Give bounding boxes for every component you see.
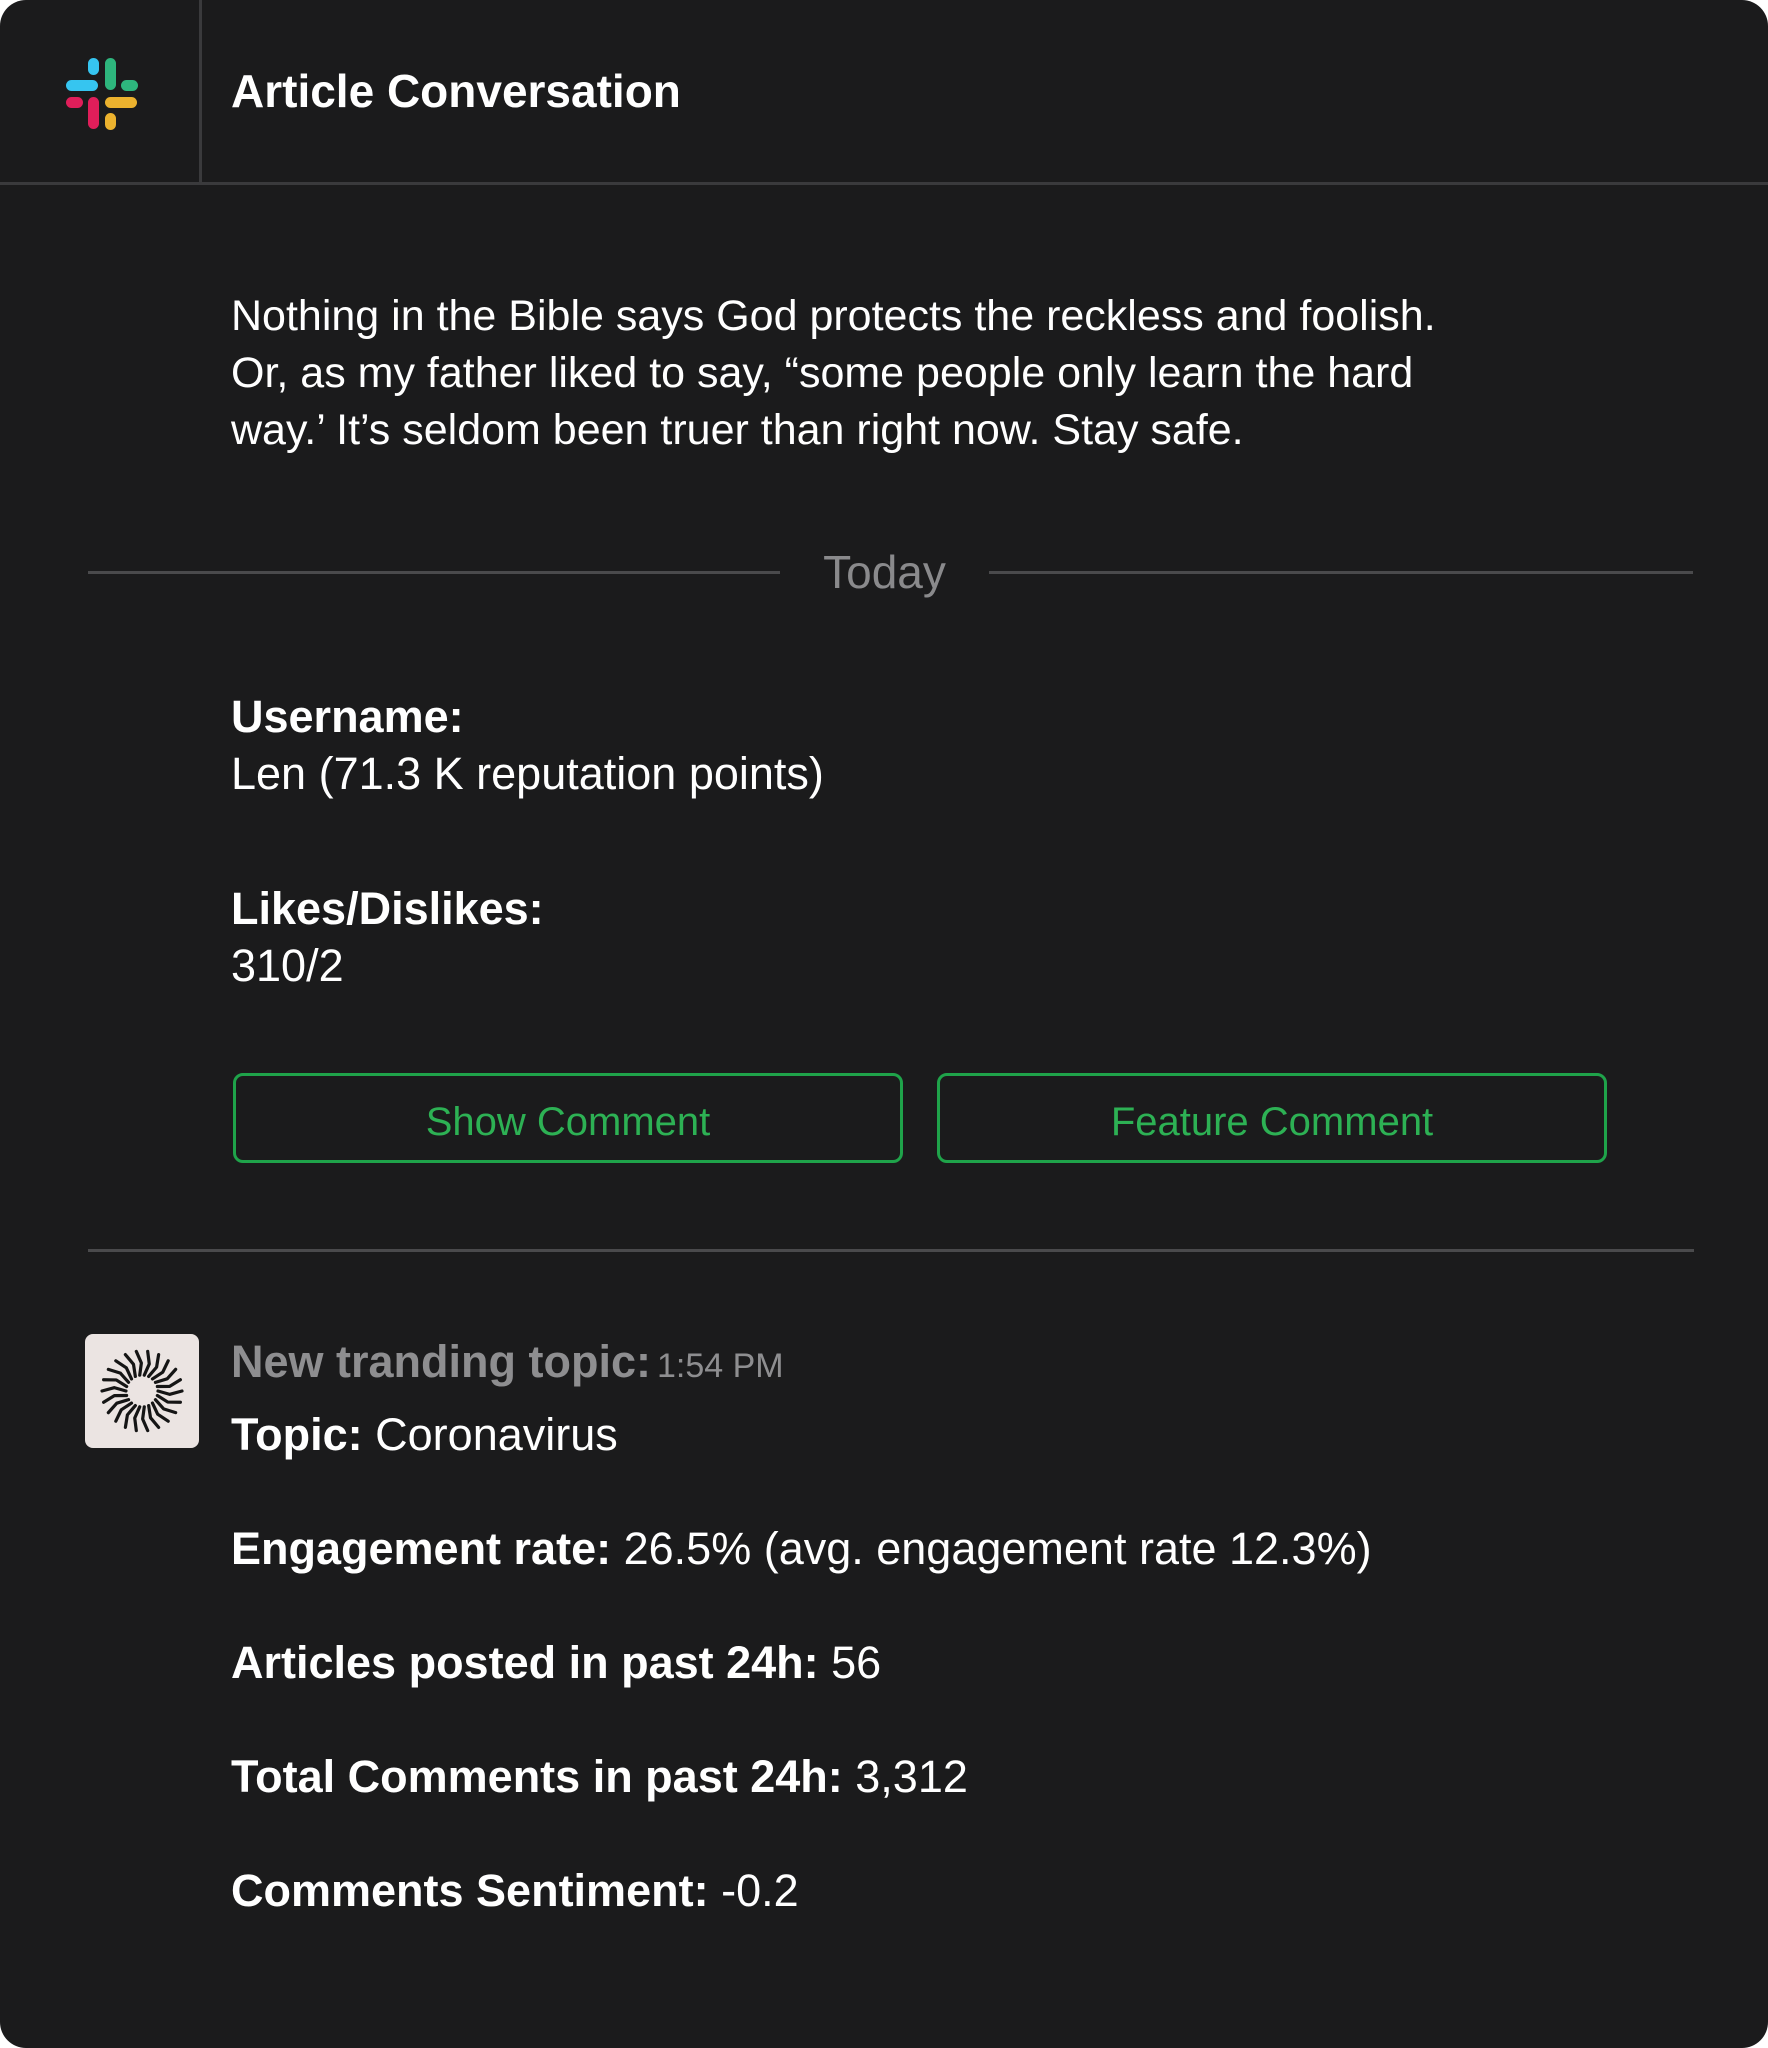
username-label: Username: bbox=[231, 691, 464, 742]
page-title: Article Conversation bbox=[231, 65, 681, 117]
message-sender: New tranding topic: bbox=[231, 1336, 651, 1387]
stat-articles-posted: Articles posted in past 24h: 56 bbox=[231, 1634, 881, 1691]
starburst-ray bbox=[102, 1378, 129, 1389]
stat-label: Topic: bbox=[231, 1409, 363, 1460]
starburst-ray bbox=[141, 1405, 150, 1433]
starburst-ray bbox=[156, 1389, 184, 1396]
starburst-ray bbox=[134, 1349, 143, 1377]
stat-value: 26.5% (avg. engagement rate 12.3%) bbox=[623, 1523, 1372, 1574]
stat-label: Articles posted in past 24h: bbox=[231, 1637, 819, 1688]
show-comment-button[interactable]: Show Comment bbox=[233, 1073, 903, 1163]
comment-text: Nothing in the Bible says God protects t… bbox=[231, 288, 1631, 459]
header-divider bbox=[199, 0, 202, 182]
stat-topic: Topic: Coronavirus bbox=[231, 1406, 618, 1463]
stat-engagement-rate: Engagement rate: 26.5% (avg. engagement … bbox=[231, 1520, 1372, 1577]
message-time: 1:54 PM bbox=[657, 1347, 784, 1385]
username-value: Len (71.3 K reputation points) bbox=[231, 748, 824, 799]
likes-field: Likes/Dislikes: 310/2 bbox=[231, 880, 544, 994]
stat-sentiment: Comments Sentiment: -0.2 bbox=[231, 1862, 799, 1919]
slack-logo-icon bbox=[62, 54, 142, 134]
starburst-ray bbox=[100, 1386, 128, 1393]
stat-value: Coronavirus bbox=[375, 1409, 618, 1460]
day-divider: Today bbox=[88, 540, 1693, 604]
stat-label: Engagement rate: bbox=[231, 1523, 612, 1574]
divider-line bbox=[88, 571, 780, 574]
stat-total-comments: Total Comments in past 24h: 3,312 bbox=[231, 1748, 968, 1805]
message-header: New tranding topic: 1:54 PM bbox=[231, 1336, 784, 1388]
comment-line: Or, as my father liked to say, “some peo… bbox=[231, 349, 1414, 397]
day-label: Today bbox=[823, 546, 946, 598]
starburst-ray bbox=[133, 1405, 142, 1433]
stat-value: -0.2 bbox=[721, 1865, 799, 1916]
likes-value: 310/2 bbox=[231, 940, 344, 991]
divider-line bbox=[989, 571, 1693, 574]
starburst-ray bbox=[142, 1349, 151, 1377]
comment-line: way.’ It’s seldom been truer than right … bbox=[231, 406, 1244, 454]
likes-label: Likes/Dislikes: bbox=[231, 883, 544, 934]
app-window: Article Conversation Nothing in the Bibl… bbox=[0, 0, 1768, 2048]
header-bar: Article Conversation bbox=[0, 0, 1768, 185]
avatar[interactable] bbox=[85, 1334, 199, 1448]
starburst-ray bbox=[155, 1393, 182, 1404]
username-field: Username: Len (71.3 K reputation points) bbox=[231, 688, 824, 802]
stat-value: 56 bbox=[831, 1637, 882, 1688]
stat-label: Comments Sentiment: bbox=[231, 1865, 709, 1916]
feature-comment-button[interactable]: Feature Comment bbox=[937, 1073, 1607, 1163]
comment-line: Nothing in the Bible says God protects t… bbox=[231, 292, 1436, 340]
starburst-icon bbox=[100, 1349, 184, 1433]
section-divider bbox=[88, 1249, 1694, 1252]
stat-label: Total Comments in past 24h: bbox=[231, 1751, 843, 1802]
stat-value: 3,312 bbox=[855, 1751, 968, 1802]
